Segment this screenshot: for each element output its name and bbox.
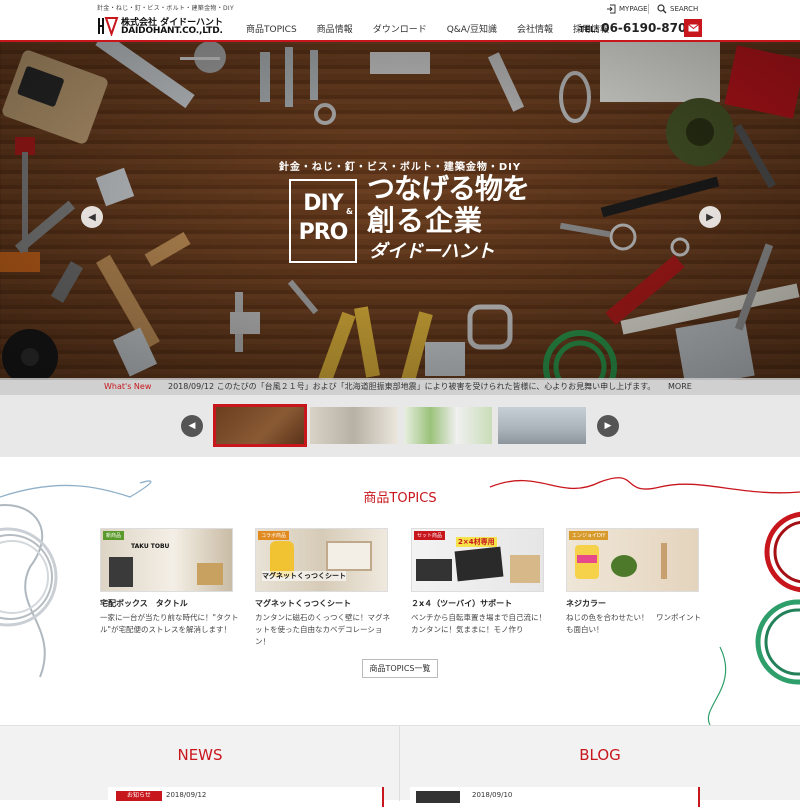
topic-card-tag: コラボ商品 — [258, 531, 290, 540]
mypage-link[interactable]: MYPAGE — [606, 4, 648, 14]
search-icon — [657, 4, 667, 14]
mypage-label: MYPAGE — [619, 5, 648, 13]
topic-card-description: 一家に一台が当たり前な時代に！"タクトル"が宅配便のストレスを解消します！ — [100, 613, 239, 634]
blog-date: 2018/09/10 — [472, 791, 513, 799]
nav-item-products[interactable]: 商品情報 — [307, 22, 363, 35]
topic-card-image-4[interactable]: エンジョイDIY — [566, 528, 699, 592]
thumbnail-3[interactable] — [404, 407, 492, 444]
hero-subtitle: 針金・ねじ・釘・ビス・ボルト・建築金物・DIY — [278, 162, 522, 173]
nav-item-company[interactable]: 会社情報 — [507, 22, 563, 35]
chevron-right-icon: ▶ — [604, 421, 612, 431]
slider-thumbnails: ◀ ▶ — [0, 395, 800, 457]
hero-next-button[interactable]: ▶ — [699, 206, 721, 228]
topic-card-description: ベンチから自転車置き場まで自己流に！カンタンに！気ままに！モノ作り — [411, 613, 546, 634]
chevron-left-icon: ◀ — [188, 421, 196, 431]
topics-list-button[interactable]: 商品TOPICS一覧 — [362, 659, 438, 678]
topic-card-description: カンタンに磁石のくっつく壁に！マグネットを使った自由なカベデコレーション！ — [255, 613, 390, 646]
hero-slider: 針金・ねじ・釘・ビス・ボルト・建築金物・DIY DIY & PRO つなげる物を… — [0, 42, 800, 380]
topics-section-title: 商品TOPICS — [363, 491, 437, 506]
search-link[interactable]: SEARCH — [657, 4, 698, 14]
search-label: SEARCH — [670, 5, 699, 13]
topic-card-tag: セット商品 — [414, 531, 446, 540]
catchcopy-line-1: つなげる物を — [367, 172, 530, 205]
nav-item-faq[interactable]: Q&A/豆知識 — [437, 22, 507, 35]
news-title: NEWS — [177, 746, 223, 764]
thumbs-prev-button[interactable]: ◀ — [181, 415, 203, 437]
diy-pro-badge: DIY & PRO — [289, 179, 357, 263]
badge-amp: & — [346, 207, 353, 216]
product-topics-section: 商品TOPICS TAKU TOBU 新商品 宅配ボックス タクトル 一家に一台… — [0, 457, 800, 725]
site-logo[interactable]: 株式会社 ダイドーハント DAIDOHANT.CO.,LTD. — [97, 4, 237, 38]
site-header: 針金・ねじ・釘・ビス・ボルト・建築金物・DIY 株式会社 ダイドーハント DAI… — [0, 0, 800, 42]
panel-accent — [382, 787, 384, 807]
chevron-left-icon: ◀ — [88, 211, 96, 223]
logo-mark-icon — [98, 17, 119, 36]
chevron-right-icon: ▶ — [706, 211, 714, 223]
topic-card-title[interactable]: ネジカラー — [566, 598, 606, 609]
main-nav: 商品TOPICS 商品情報 ダウンロード Q&A/豆知識 会社情報 採用情報 — [236, 22, 619, 35]
phone-value: 06-6190-8700 — [601, 21, 695, 35]
catchcopy-brand: ダイドーハント — [369, 241, 495, 262]
phone-label: TEL: — [579, 25, 599, 34]
topic-card-title[interactable]: ２x４（ツーバイ）サポート — [411, 598, 512, 609]
header-divider — [648, 4, 649, 14]
thumbnail-1[interactable] — [213, 404, 307, 447]
hero-prev-button[interactable]: ◀ — [81, 206, 103, 228]
thumbnail-4[interactable] — [498, 407, 586, 444]
blog-list-item[interactable]: 2018/09/10 — [410, 787, 700, 807]
whats-new-label: What's New — [104, 382, 152, 391]
thumbs-next-button[interactable]: ▶ — [597, 415, 619, 437]
news-blog-section: NEWS BLOG お知らせ 2018/09/12 2018/09/10 — [0, 725, 800, 807]
nav-item-download[interactable]: ダウンロード — [363, 22, 437, 35]
topic-card-image-2[interactable]: マグネットくっつくシート コラボ商品 — [255, 528, 388, 592]
catchcopy-line-2: 創る企業 — [367, 204, 484, 237]
phone-number: TEL: 06-6190-8700 — [579, 21, 695, 35]
news-date: 2018/09/12 — [166, 791, 207, 799]
panel-accent — [698, 787, 700, 807]
whats-new-bar: What's New 2018/09/12 このたびの「台風２１号」および「北海… — [0, 378, 800, 395]
mail-icon — [687, 24, 699, 32]
topic-card-image-1[interactable]: TAKU TOBU 新商品 — [100, 528, 233, 592]
login-icon — [607, 4, 616, 14]
hero-catchcopy: つなげる物を 創る企業 ダイドーハント — [367, 172, 530, 263]
nav-item-topics[interactable]: 商品TOPICS — [236, 22, 307, 35]
topic-card-description: ねじの色を合わせたい！ ワンポイントも面白い！ — [566, 613, 701, 634]
badge-pro: PRO — [298, 220, 349, 245]
topic-card-title[interactable]: 宅配ボックス タクトル — [100, 598, 188, 609]
topic-card-tag: 新商品 — [103, 531, 125, 540]
whats-new-more-link[interactable]: MORE — [668, 382, 692, 391]
topic-card-tag: エンジョイDIY — [569, 531, 609, 540]
logo-english-name: DAIDOHANT.CO.,LTD. — [121, 26, 223, 36]
blog-title: BLOG — [579, 746, 621, 764]
mail-button[interactable] — [684, 19, 702, 37]
topic-card-image-text: 2×4材専用 — [456, 537, 497, 547]
topic-card-image-text: マグネットくっつくシート — [262, 571, 346, 581]
whats-new-text[interactable]: 2018/09/12 このたびの「台風２１号」および「北海道胆振東部地震」により… — [168, 381, 658, 392]
topic-card-image-3[interactable]: 2×4材専用 セット商品 — [411, 528, 544, 592]
topic-card-title[interactable]: マグネットくっつくシート — [255, 598, 351, 609]
blog-thumbnail — [416, 791, 460, 803]
thumbnail-2[interactable] — [310, 407, 398, 444]
topic-card-image-text: TAKU TOBU — [131, 543, 170, 550]
news-list-item[interactable]: お知らせ 2018/09/12 — [108, 787, 384, 807]
